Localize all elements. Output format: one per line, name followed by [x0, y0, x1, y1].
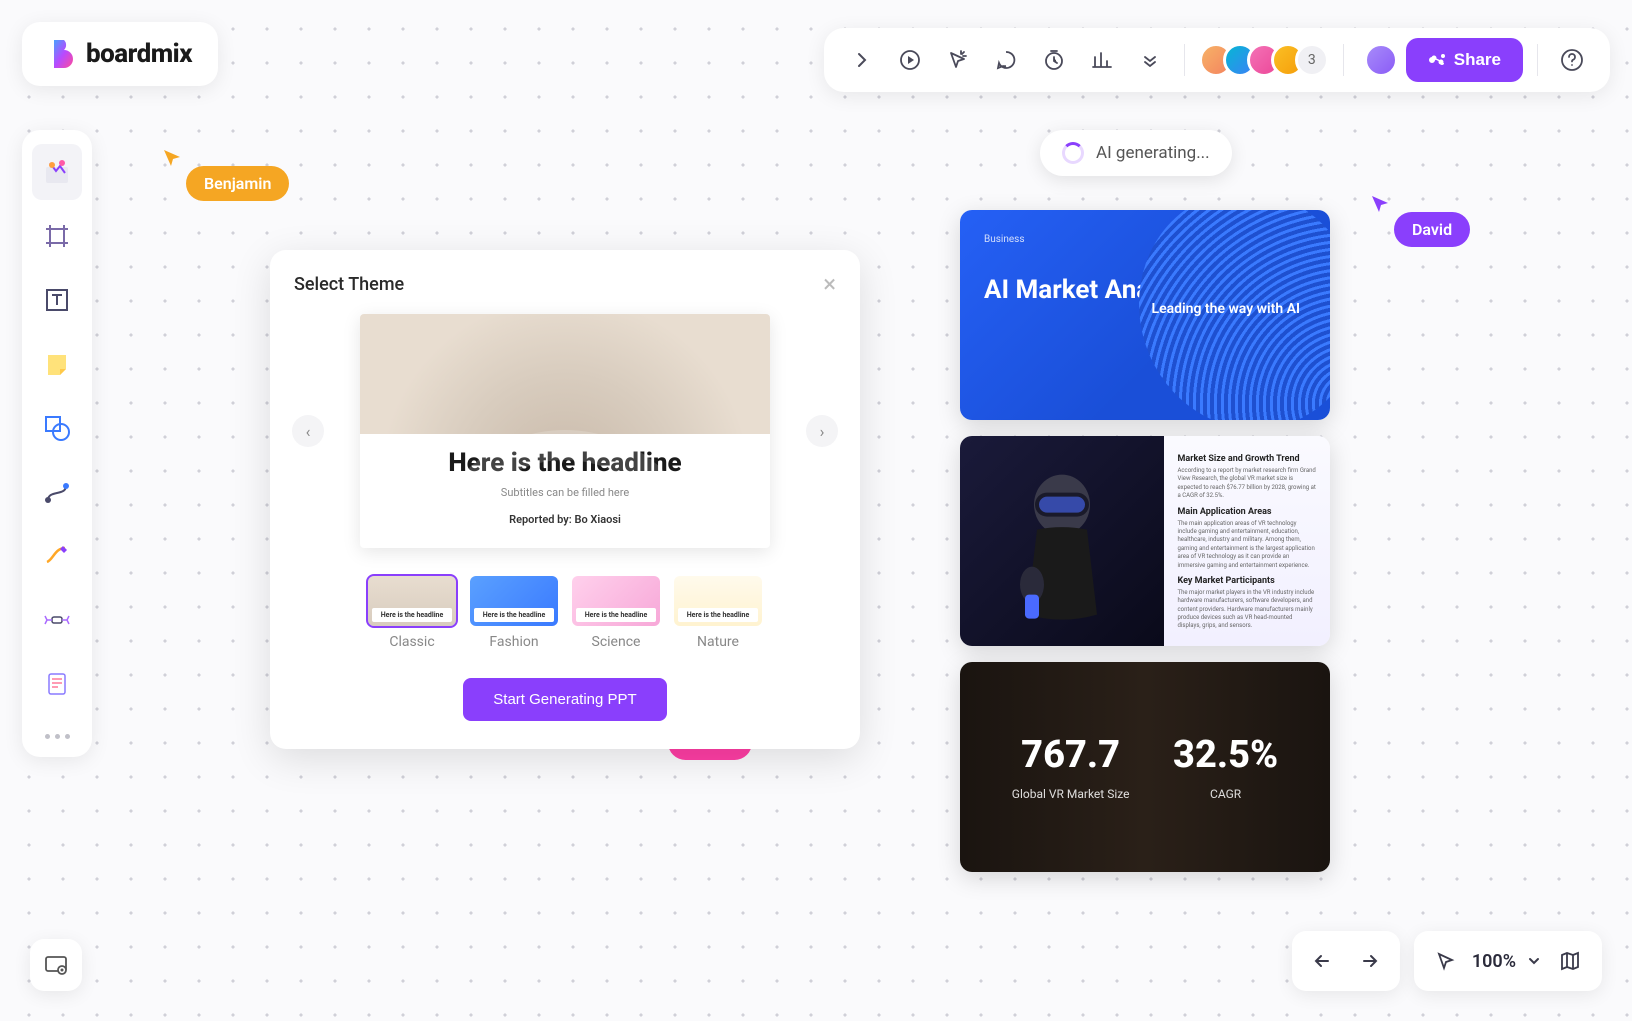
prev-theme-button[interactable]: ‹	[292, 415, 324, 447]
redo-button[interactable]	[1346, 941, 1390, 981]
tool-sidebar	[22, 130, 92, 757]
cursor-click-icon[interactable]	[938, 40, 978, 80]
section-heading: Main Application Areas	[1178, 507, 1317, 517]
brand-name: boardmix	[86, 39, 192, 69]
frame-tool[interactable]	[32, 208, 82, 264]
stat-label: Global VR Market Size	[1012, 787, 1130, 801]
start-generating-button[interactable]: Start Generating PPT	[463, 678, 666, 721]
document-tool[interactable]	[32, 656, 82, 712]
map-view-button[interactable]	[1548, 941, 1592, 981]
share-button[interactable]: Share	[1406, 38, 1523, 82]
divider	[1184, 44, 1185, 76]
mindmap-tool[interactable]	[32, 592, 82, 648]
theme-preview-image	[360, 314, 770, 434]
avatar-overflow-count[interactable]: 3	[1295, 43, 1329, 77]
help-button[interactable]	[1552, 40, 1592, 80]
stat-number: 767.7	[1012, 733, 1130, 777]
bottom-right-controls: 100%	[1292, 931, 1602, 991]
pointer-tool[interactable]	[1424, 941, 1468, 981]
cursor-icon	[162, 148, 184, 170]
divider	[1537, 44, 1538, 76]
dialog-title: Select Theme	[294, 274, 404, 295]
section-text: According to a report by market research…	[1178, 467, 1317, 501]
spinner-icon	[1062, 142, 1084, 164]
close-icon[interactable]: ×	[823, 272, 836, 296]
collaborator-avatars[interactable]: 3	[1199, 43, 1329, 77]
zoom-dropdown[interactable]	[1520, 941, 1548, 981]
stat-number: 32.5%	[1173, 733, 1278, 777]
more-tools-icon[interactable]	[32, 720, 82, 743]
shape-tool[interactable]	[32, 400, 82, 456]
theme-preview: Here is the headline Subtitles can be fi…	[360, 314, 770, 548]
comment-icon[interactable]	[986, 40, 1026, 80]
section-text: The main application areas of VR technol…	[1178, 520, 1317, 570]
ai-generating-status: AI generating...	[1040, 130, 1232, 176]
thumb-label: Classic	[389, 634, 434, 650]
pen-tool[interactable]	[32, 528, 82, 584]
view-controls: 100%	[1414, 931, 1602, 991]
text-tool[interactable]	[32, 272, 82, 328]
theme-thumb-classic[interactable]: Here is the headline Classic	[368, 576, 456, 650]
play-icon[interactable]	[890, 40, 930, 80]
chevron-down-icon[interactable]	[1130, 40, 1170, 80]
current-user-avatar[interactable]	[1364, 43, 1398, 77]
connector-tool[interactable]	[32, 464, 82, 520]
chart-icon[interactable]	[1082, 40, 1122, 80]
cursor-label: David	[1394, 212, 1470, 247]
share-icon	[1428, 51, 1446, 69]
theme-thumb-fashion[interactable]: Here is the headline Fashion	[470, 576, 558, 650]
brand-logo-icon	[48, 38, 76, 70]
present-button[interactable]	[30, 939, 82, 991]
theme-thumb-list: Here is the headline Classic Here is the…	[294, 576, 836, 650]
thumb-label: Science	[592, 634, 641, 650]
divider	[1343, 44, 1344, 76]
top-toolbar: 3 Share	[824, 28, 1610, 92]
timer-icon[interactable]	[1034, 40, 1074, 80]
section-text: The major market players in the VR indus…	[1178, 589, 1317, 631]
cursor-icon	[1370, 194, 1392, 216]
brand-logo-card[interactable]: boardmix	[22, 22, 218, 86]
cursor-label: Benjamin	[186, 166, 289, 201]
stat-block: 32.5% CAGR	[1173, 733, 1278, 801]
collaborator-cursor-benjamin: Benjamin	[162, 148, 289, 201]
section-heading: Market Size and Growth Trend	[1178, 454, 1317, 464]
thumb-label: Nature	[697, 634, 739, 650]
templates-tool[interactable]	[32, 144, 82, 200]
stat-label: CAGR	[1173, 787, 1278, 801]
thumb-label: Fashion	[489, 634, 538, 650]
theme-thumb-nature[interactable]: Here is the headline Nature	[674, 576, 762, 650]
history-controls	[1292, 931, 1400, 991]
theme-thumb-science[interactable]: Here is the headline Science	[572, 576, 660, 650]
select-theme-dialog: Select Theme × ‹ Here is the headline Su…	[270, 250, 860, 749]
section-heading: Key Market Participants	[1178, 576, 1317, 586]
slide-subtitle: Leading the way with AI	[1152, 300, 1300, 320]
zoom-level[interactable]: 100%	[1468, 951, 1520, 972]
next-theme-button[interactable]: ›	[806, 415, 838, 447]
share-button-label: Share	[1454, 50, 1501, 70]
generated-slide-2[interactable]: Market Size and Growth Trend According t…	[960, 436, 1330, 646]
slide-content: Market Size and Growth Trend According t…	[1164, 436, 1331, 646]
collaborator-cursor-david: David	[1370, 194, 1470, 247]
slide-image	[960, 436, 1164, 646]
undo-button[interactable]	[1302, 941, 1346, 981]
ai-status-text: AI generating...	[1096, 143, 1210, 163]
generated-slide-3[interactable]: 767.7 Global VR Market Size 32.5% CAGR	[960, 662, 1330, 872]
slide-tag: Business	[984, 234, 1306, 245]
stat-block: 767.7 Global VR Market Size	[1012, 733, 1130, 801]
sticky-note-tool[interactable]	[32, 336, 82, 392]
vr-person-icon	[997, 455, 1127, 635]
chevron-right-icon[interactable]	[842, 40, 882, 80]
generated-slide-1[interactable]: Business AI Market Analysis Leading the …	[960, 210, 1330, 420]
